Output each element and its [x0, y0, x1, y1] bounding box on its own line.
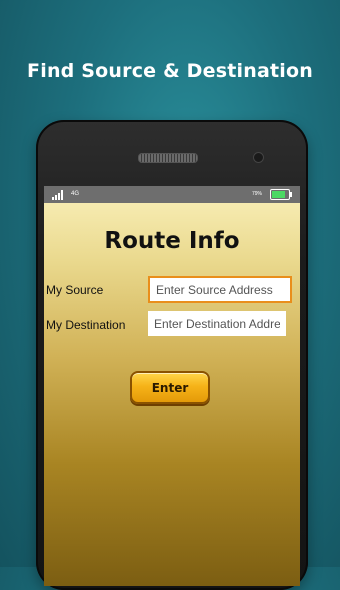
promo-headline: Find Source & Destination	[27, 60, 313, 82]
page-title: Route Info	[104, 228, 240, 254]
status-bar: 4G 79%	[44, 186, 300, 203]
battery-icon	[270, 189, 292, 200]
phone-screen: 4G 79% Route Info My Source My Destinati…	[44, 186, 300, 586]
route-info-screen: Route Info My Source My Destination Ente…	[44, 203, 300, 586]
destination-label: My Destination	[46, 318, 126, 332]
enter-button[interactable]: Enter	[130, 371, 210, 404]
signal-bars-icon	[52, 190, 63, 200]
network-type: 4G	[71, 191, 80, 197]
source-input[interactable]	[148, 276, 292, 303]
battery-level-fill	[272, 191, 285, 198]
speaker-grille	[138, 153, 198, 163]
front-camera	[253, 152, 264, 163]
phone-frame: 4G 79% Route Info My Source My Destinati…	[36, 120, 308, 590]
destination-input[interactable]	[148, 311, 286, 336]
battery-percent: 79%	[251, 191, 262, 197]
source-label: My Source	[46, 283, 104, 297]
